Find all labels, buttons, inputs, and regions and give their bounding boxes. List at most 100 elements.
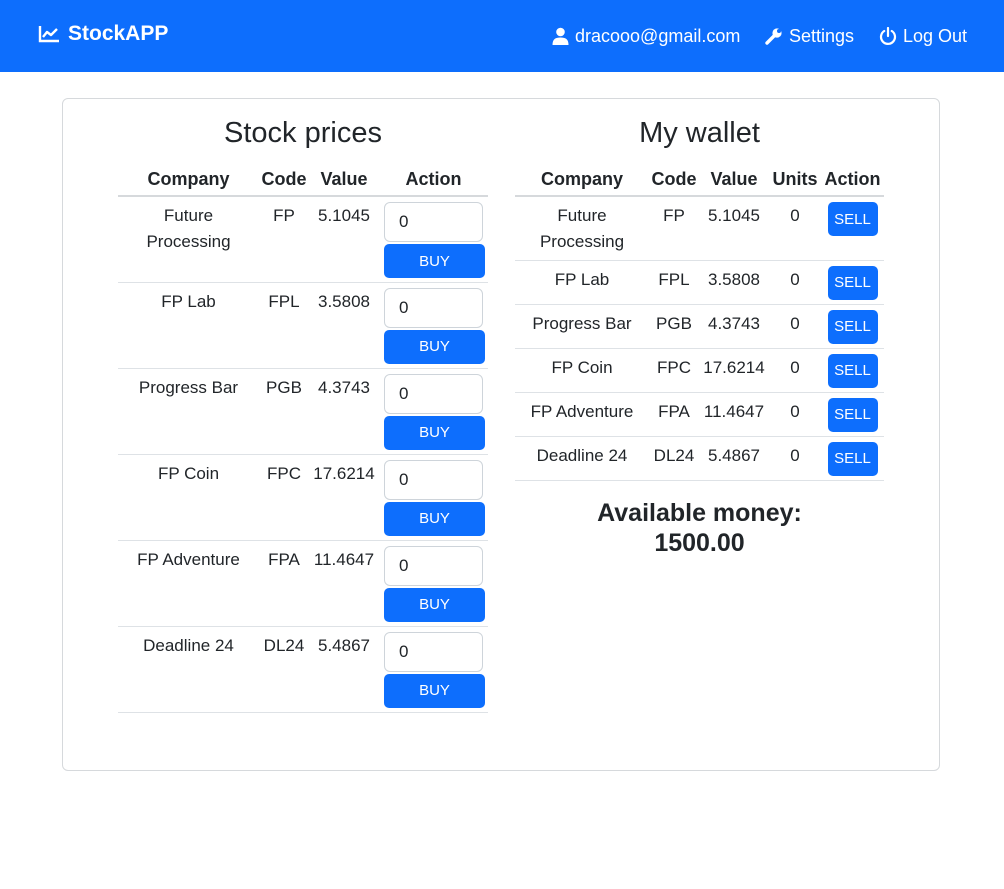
- value-cell: 11.4647: [699, 392, 769, 437]
- value-cell: 5.1045: [699, 196, 769, 261]
- stock-row: FP Coin FPC 17.6214 BUY: [118, 454, 488, 541]
- action-cell: BUY: [379, 368, 488, 455]
- action-cell: BUY: [379, 454, 488, 541]
- buy-button[interactable]: BUY: [384, 673, 485, 708]
- sell-button[interactable]: SELL: [827, 397, 878, 432]
- action-cell: BUY: [379, 540, 488, 627]
- user-email-link[interactable]: dracooo@gmail.com: [552, 22, 740, 50]
- wallet-row: FP Coin FPC 17.6214 0 SELL: [515, 348, 884, 393]
- stock-value: 5.4867: [708, 445, 760, 465]
- stock-value: 5.1045: [708, 206, 760, 225]
- company-code: PGB: [656, 313, 692, 333]
- stock-prices-table: Company Code Value Action Future Process…: [118, 163, 488, 713]
- code-cell: FP: [649, 196, 699, 261]
- stock-prices-header-row: Company Code Value Action: [118, 163, 488, 197]
- sell-button[interactable]: SELL: [827, 265, 878, 300]
- buy-button[interactable]: BUY: [384, 587, 485, 622]
- company-cell: Progress Bar: [515, 304, 649, 349]
- action-cell: SELL: [821, 348, 884, 393]
- stock-row: FP Adventure FPA 11.4647 BUY: [118, 540, 488, 627]
- quantity-input[interactable]: [384, 202, 483, 242]
- settings-link[interactable]: Settings: [765, 22, 854, 50]
- company-cell: Progress Bar: [118, 368, 259, 455]
- company-cell: Deadline 24: [515, 436, 649, 481]
- sell-button[interactable]: SELL: [827, 202, 878, 236]
- quantity-input[interactable]: [384, 373, 483, 414]
- company-code: FPC: [657, 357, 691, 377]
- action-cell: BUY: [379, 196, 488, 283]
- quantity-input[interactable]: [384, 631, 483, 672]
- company-code: FPL: [268, 291, 300, 311]
- available-money-amount: 1500.00: [654, 529, 745, 557]
- company-code: PGB: [266, 377, 302, 397]
- quantity-input[interactable]: [384, 459, 483, 500]
- column-header-action: Action: [379, 163, 488, 197]
- company-name: Future Processing: [146, 206, 231, 251]
- sell-button[interactable]: SELL: [827, 353, 878, 388]
- value-cell: 17.6214: [309, 454, 379, 541]
- company-name: FP Lab: [161, 291, 216, 311]
- units-cell: 0: [769, 196, 821, 261]
- stock-value: 11.4647: [703, 401, 765, 421]
- company-name: FP Coin: [157, 463, 220, 483]
- value-cell: 4.3743: [699, 304, 769, 349]
- stock-value: 17.6214: [703, 357, 765, 377]
- quantity-input[interactable]: [384, 545, 483, 586]
- logout-label: Log Out: [903, 25, 968, 46]
- logout-link[interactable]: Log Out: [879, 22, 967, 50]
- power-icon: [879, 27, 897, 45]
- company-code: FPA: [268, 549, 300, 569]
- action-cell: SELL: [821, 304, 884, 349]
- sell-button[interactable]: SELL: [827, 309, 878, 344]
- value-cell: 5.4867: [309, 626, 379, 713]
- stock-prices-title: Stock prices: [224, 117, 382, 149]
- buy-button[interactable]: BUY: [384, 244, 485, 278]
- code-cell: FPL: [259, 282, 309, 369]
- stock-value: 4.3743: [318, 377, 370, 397]
- company-name: FP Adventure: [530, 401, 634, 421]
- code-cell: FPA: [259, 540, 309, 627]
- wallet-header-row: Company Code Value Units Action: [515, 163, 884, 197]
- stock-value: 3.5808: [708, 269, 760, 289]
- available-money-label: Available money:: [597, 499, 802, 527]
- company-cell: Future Processing: [118, 196, 259, 283]
- action-cell: SELL: [821, 392, 884, 437]
- company-name: FP Adventure: [137, 549, 240, 569]
- stock-row: FP Lab FPL 3.5808 BUY: [118, 282, 488, 369]
- buy-button[interactable]: BUY: [384, 501, 485, 536]
- code-cell: FPA: [649, 392, 699, 437]
- stock-value: 11.4647: [313, 549, 375, 569]
- wallet-table: Company Code Value Units Action Future P…: [515, 163, 884, 481]
- units-value: 0: [790, 401, 800, 421]
- wallet-row: Progress Bar PGB 4.3743 0 SELL: [515, 304, 884, 349]
- column-header-code: Code: [649, 163, 699, 197]
- column-header-action: Action: [821, 163, 884, 197]
- code-cell: DL24: [649, 436, 699, 481]
- brand-link[interactable]: StockAPP: [38, 20, 168, 48]
- buy-button[interactable]: BUY: [384, 415, 485, 450]
- column-header-value: Value: [309, 163, 379, 197]
- wallet-row: Future Processing FP 5.1045 0 SELL: [515, 196, 884, 261]
- wrench-icon: [765, 28, 782, 45]
- units-cell: 0: [769, 304, 821, 349]
- quantity-input[interactable]: [384, 287, 483, 328]
- units-value: 0: [790, 269, 800, 289]
- value-cell: 3.5808: [699, 260, 769, 305]
- column-header-code: Code: [259, 163, 309, 197]
- company-cell: Deadline 24: [118, 626, 259, 713]
- company-name: Deadline 24: [536, 445, 628, 465]
- settings-label: Settings: [789, 25, 855, 46]
- code-cell: FP: [259, 196, 309, 283]
- available-money: Available money: 1500.00: [515, 498, 884, 558]
- value-cell: 3.5808: [309, 282, 379, 369]
- company-code: DL24: [653, 445, 695, 465]
- sell-button[interactable]: SELL: [827, 441, 878, 476]
- units-cell: 0: [769, 392, 821, 437]
- company-cell: FP Coin: [118, 454, 259, 541]
- buy-button[interactable]: BUY: [384, 329, 485, 364]
- code-cell: DL24: [259, 626, 309, 713]
- stock-value: 3.5808: [318, 291, 370, 311]
- company-cell: Future Processing: [515, 196, 649, 261]
- company-name: FP Coin: [551, 357, 613, 377]
- column-header-company: Company: [118, 163, 259, 197]
